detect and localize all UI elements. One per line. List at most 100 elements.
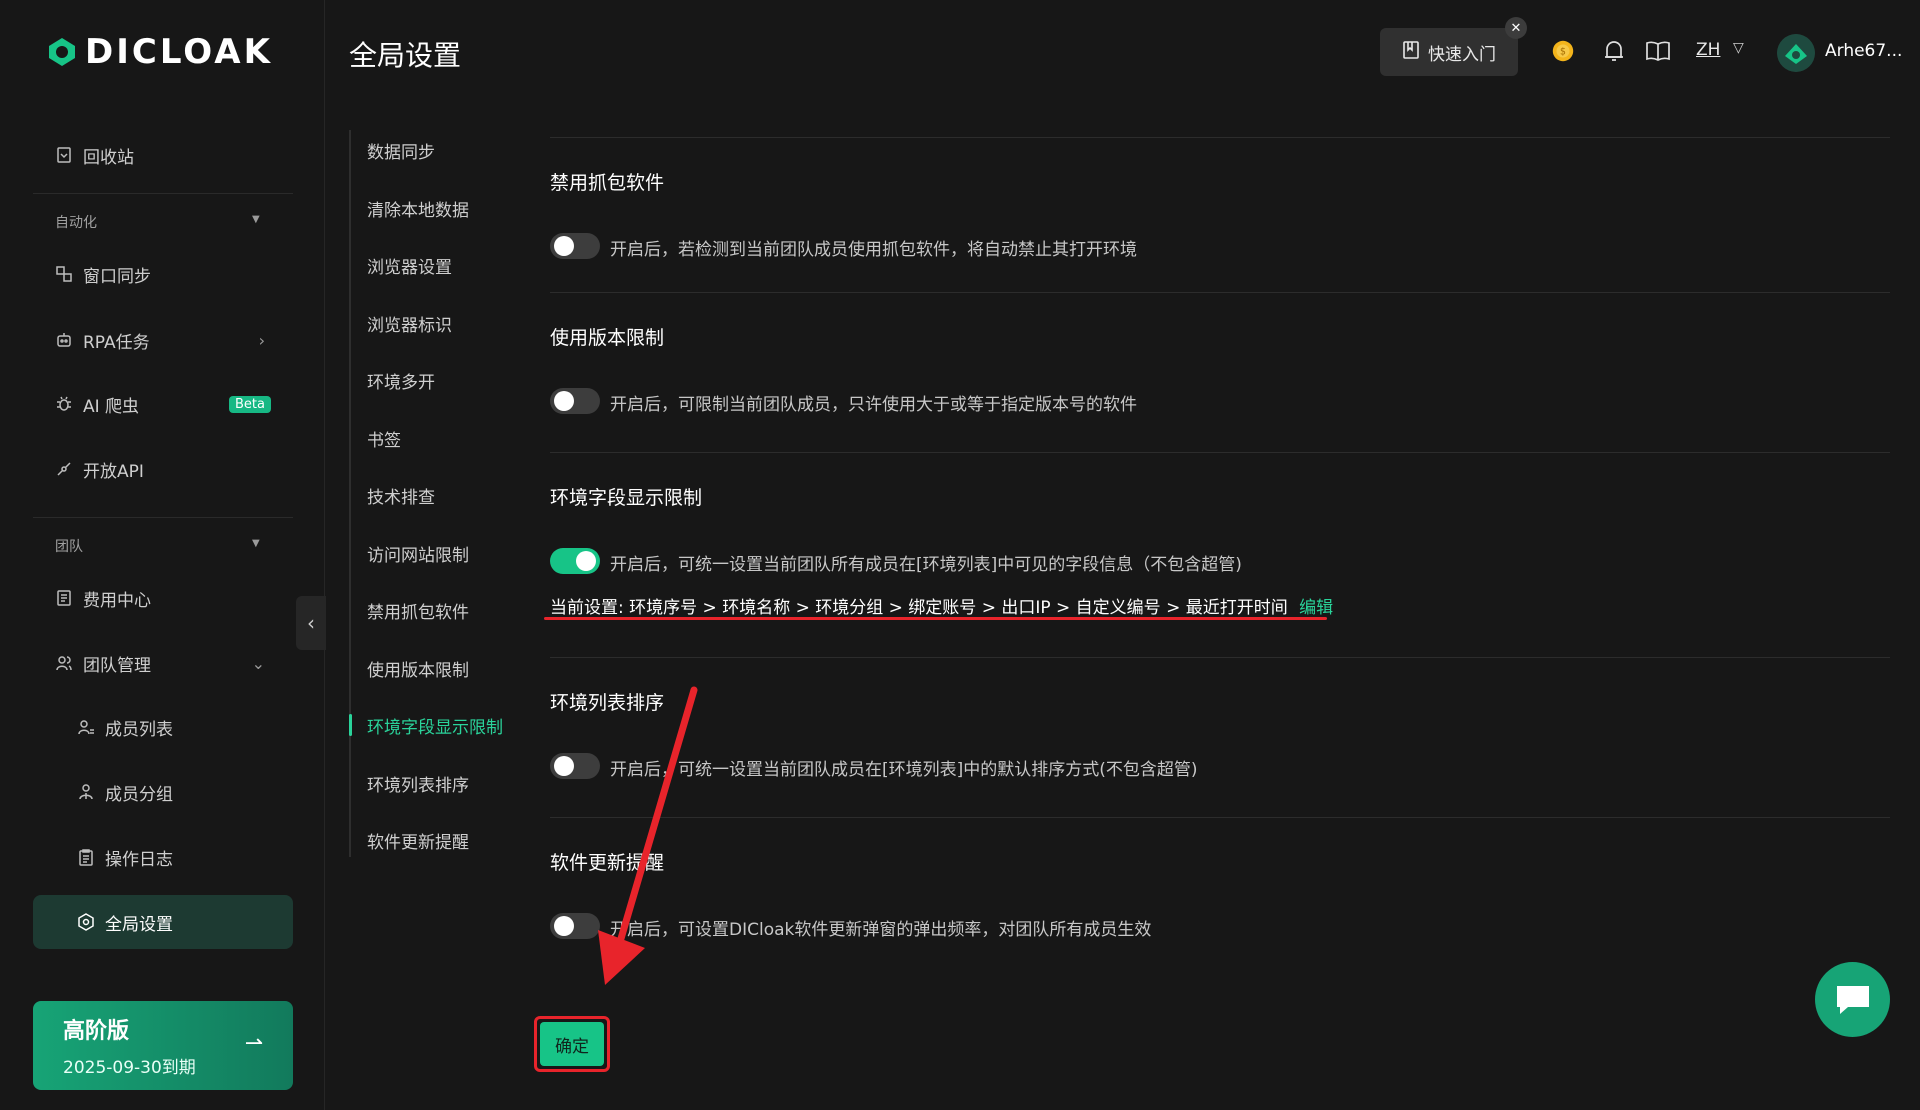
sidebar-item-member-list[interactable]: 成员列表 bbox=[33, 700, 293, 754]
divider bbox=[550, 657, 1890, 658]
current-setting-value: 环境序号 > 环境名称 > 环境分组 > 绑定账号 > 出口IP > 自定义编号… bbox=[629, 598, 1288, 618]
users-icon bbox=[55, 654, 73, 672]
subnav-active-indicator bbox=[349, 714, 352, 736]
window-sync-icon bbox=[55, 265, 73, 283]
toggle-field-display[interactable] bbox=[550, 548, 600, 574]
subnav-item-browser-id[interactable]: 浏览器标识 bbox=[367, 311, 452, 336]
toggle-knob bbox=[554, 236, 574, 256]
subnav-item-bookmarks[interactable]: 书签 bbox=[367, 426, 401, 451]
section-label-team: 团队 bbox=[55, 539, 83, 555]
chat-support-button[interactable] bbox=[1815, 962, 1890, 1037]
sidebar-item-rpa-tasks[interactable]: RPA任务 › bbox=[33, 313, 293, 367]
toggle-knob bbox=[554, 391, 574, 411]
book-mark-icon bbox=[1402, 40, 1420, 65]
page-title: 全局设置 bbox=[349, 39, 462, 72]
section-title-field-display: 环境字段显示限制 bbox=[550, 487, 703, 509]
logo-text: DICLOAK bbox=[85, 32, 273, 72]
toggle-knob bbox=[554, 756, 574, 776]
clipboard-icon bbox=[77, 848, 95, 866]
subnav-item-data-sync[interactable]: 数据同步 bbox=[367, 138, 435, 163]
chevron-right-icon: › bbox=[258, 330, 265, 350]
toggle-knob bbox=[554, 916, 574, 936]
sidebar-item-window-sync[interactable]: 窗口同步 bbox=[33, 247, 293, 301]
sidebar-item-ai-crawler[interactable]: AI 爬虫 Beta bbox=[33, 377, 293, 431]
annotation-underline bbox=[544, 617, 1327, 620]
divider bbox=[33, 193, 293, 194]
subnav-item-version-limit[interactable]: 使用版本限制 bbox=[367, 656, 469, 681]
sidebar-item-label: 团队管理 bbox=[83, 655, 151, 676]
subnav-item-clear-local-data[interactable]: 清除本地数据 bbox=[367, 196, 469, 221]
caret-down-icon[interactable]: ▼ bbox=[252, 214, 260, 225]
logo-icon bbox=[49, 38, 75, 66]
sidebar-item-label: 成员分组 bbox=[105, 784, 173, 805]
svg-text:$: $ bbox=[1560, 47, 1566, 58]
divider bbox=[550, 817, 1890, 818]
sidebar-item-billing[interactable]: 费用中心 bbox=[33, 571, 293, 625]
sidebar-item-team-management[interactable]: 团队管理 ⌄ bbox=[33, 636, 293, 690]
chevron-down-icon: ⌄ bbox=[251, 653, 265, 673]
caret-down-icon[interactable]: ▼ bbox=[252, 538, 260, 549]
subnav-item-disable-capture[interactable]: 禁用抓包软件 bbox=[367, 598, 469, 623]
confirm-button[interactable]: 确定 bbox=[540, 1022, 604, 1066]
sidebar-item-label: 费用中心 bbox=[83, 590, 151, 611]
annotation-arrow bbox=[598, 686, 698, 985]
subnav-item-multi-open[interactable]: 环境多开 bbox=[367, 368, 435, 393]
user-group-icon bbox=[77, 783, 95, 801]
sidebar-item-open-api[interactable]: 开放API bbox=[33, 442, 293, 496]
logo[interactable]: DICLOAK bbox=[47, 32, 273, 72]
language-selector[interactable]: ZH bbox=[1696, 40, 1720, 60]
plan-expiry: 2025-09-30到期 bbox=[63, 1058, 196, 1078]
bill-icon bbox=[55, 589, 73, 607]
sidebar-item-label: AI 爬虫 bbox=[83, 396, 140, 417]
arrow-right-icon: ⇀ bbox=[244, 1031, 263, 1056]
collapse-sidebar-button[interactable]: ‹ bbox=[296, 596, 326, 650]
current-setting-line: 当前设置: 环境序号 > 环境名称 > 环境分组 > 绑定账号 > 出口IP >… bbox=[550, 593, 1333, 618]
chevron-left-icon: ‹ bbox=[307, 611, 315, 635]
robot-icon bbox=[55, 331, 73, 349]
current-setting-label: 当前设置: bbox=[550, 598, 624, 618]
divider bbox=[550, 452, 1890, 453]
edit-link[interactable]: 编辑 bbox=[1299, 598, 1333, 618]
subnav-item-troubleshoot[interactable]: 技术排查 bbox=[367, 483, 435, 508]
subnav-item-list-sort[interactable]: 环境列表排序 bbox=[367, 771, 469, 796]
confirm-highlight: 确定 bbox=[534, 1016, 610, 1072]
trash-icon bbox=[55, 146, 73, 164]
sidebar-item-member-groups[interactable]: 成员分组 bbox=[33, 765, 293, 819]
close-icon[interactable]: ✕ bbox=[1505, 17, 1527, 39]
sidebar-item-label: 窗口同步 bbox=[83, 266, 151, 287]
user-list-icon bbox=[77, 718, 95, 736]
toggle-version-limit[interactable] bbox=[550, 388, 600, 414]
divider bbox=[33, 517, 293, 518]
sidebar-item-operation-logs[interactable]: 操作日志 bbox=[33, 830, 293, 884]
sidebar-item-label: 开放API bbox=[83, 461, 144, 482]
coin-icon[interactable]: $ bbox=[1550, 38, 1576, 64]
section-title-version-limit: 使用版本限制 bbox=[550, 327, 665, 349]
desc-field-display: 开启后，可统一设置当前团队所有成员在[环境列表]中可见的字段信息（不包含超管) bbox=[610, 555, 1242, 575]
book-open-icon[interactable] bbox=[1645, 38, 1671, 64]
chevron-down-icon[interactable]: ▽ bbox=[1733, 40, 1744, 56]
settings-subnav: 数据同步 清除本地数据 浏览器设置 浏览器标识 环境多开 书签 技术排查 访问网… bbox=[349, 130, 519, 857]
bell-icon[interactable] bbox=[1601, 38, 1627, 64]
sidebar: DICLOAK 回收站 自动化 ▼ 窗口同步 RPA任务 › AI 爬虫 Bet… bbox=[0, 0, 325, 1110]
subnav-item-update-reminder[interactable]: 软件更新提醒 bbox=[367, 828, 469, 853]
subnav-item-browser-settings[interactable]: 浏览器设置 bbox=[367, 253, 452, 278]
subnav-item-site-restriction[interactable]: 访问网站限制 bbox=[367, 541, 469, 566]
subnav-item-field-display[interactable]: 环境字段显示限制 bbox=[367, 713, 503, 738]
section-title-disable-capture: 禁用抓包软件 bbox=[550, 172, 665, 194]
chat-icon bbox=[1836, 985, 1869, 1014]
toggle-disable-capture[interactable] bbox=[550, 233, 600, 259]
settings-icon bbox=[77, 913, 95, 931]
sidebar-item-recycle-bin[interactable]: 回收站 bbox=[33, 128, 293, 182]
sidebar-item-label: 操作日志 bbox=[105, 849, 173, 870]
beta-badge: Beta bbox=[229, 395, 271, 413]
api-link-icon bbox=[55, 460, 73, 478]
sidebar-item-global-settings[interactable]: 全局设置 bbox=[33, 895, 293, 949]
avatar[interactable] bbox=[1777, 34, 1815, 72]
sidebar-item-label: 回收站 bbox=[83, 147, 134, 168]
quick-start-button[interactable]: 快速入门 bbox=[1380, 28, 1518, 76]
desc-version-limit: 开启后，可限制当前团队成员，只许使用大于或等于指定版本号的软件 bbox=[610, 395, 1137, 415]
sidebar-item-label: 成员列表 bbox=[105, 719, 173, 740]
plan-card[interactable]: 高阶版 2025-09-30到期 ⇀ bbox=[33, 1001, 293, 1090]
bug-icon bbox=[55, 395, 73, 413]
username[interactable]: Arhe67... bbox=[1825, 41, 1902, 61]
